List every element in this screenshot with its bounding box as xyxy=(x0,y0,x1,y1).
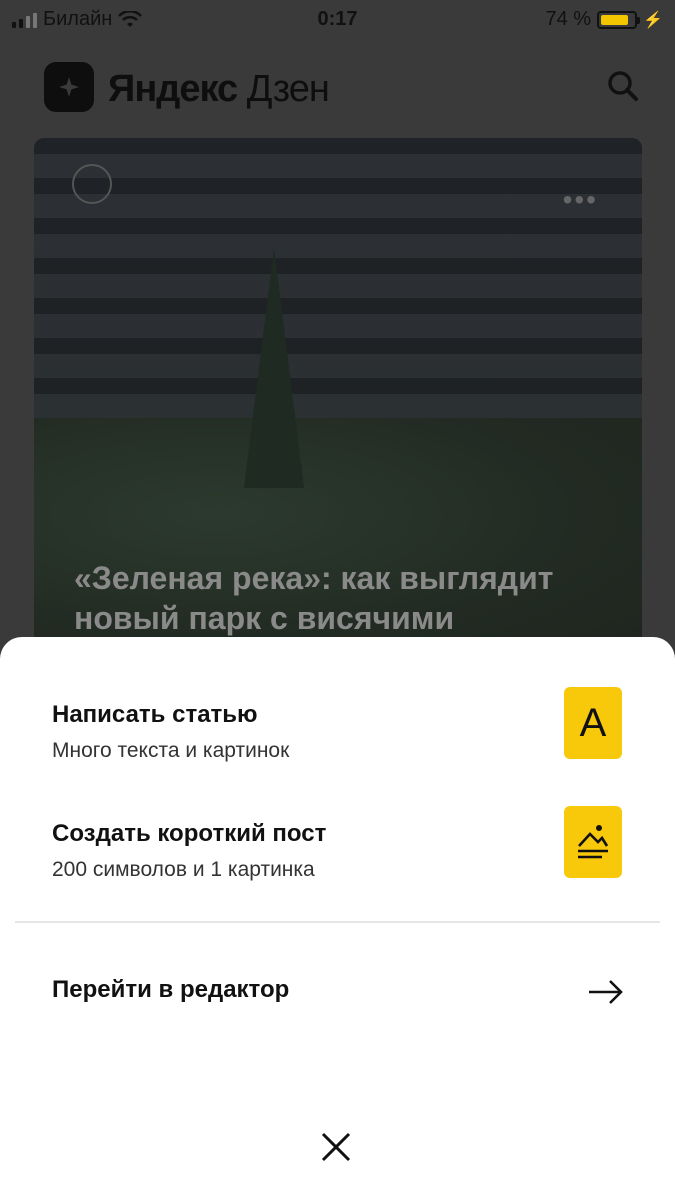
open-editor-label: Перейти в редактор xyxy=(52,976,290,1003)
article-card[interactable]: ••• «Зеленая река»: как выглядит новый п… xyxy=(34,138,642,658)
battery-icon xyxy=(597,10,641,29)
short-post-option[interactable]: Создать короткий пост 200 символов и 1 к… xyxy=(52,806,632,900)
rocket-icon xyxy=(72,164,112,204)
brand-title: Яндекс Дзен xyxy=(108,68,330,110)
option-subtitle: 200 символов и 1 картинка xyxy=(52,858,315,881)
search-icon[interactable] xyxy=(607,70,639,102)
option-title: Создать короткий пост xyxy=(52,820,327,847)
article-badge-icon: A xyxy=(564,687,622,759)
card-title: «Зеленая река»: как выглядит новый парк … xyxy=(74,560,554,636)
post-icon xyxy=(564,806,622,878)
app-header: Яндекс Дзен xyxy=(0,38,675,138)
more-icon[interactable]: ••• xyxy=(563,184,598,216)
option-title: Написать статью xyxy=(52,701,258,728)
card-image xyxy=(34,138,642,438)
status-bar: Билайн 0:17 74 % ⚡ xyxy=(0,0,675,38)
divider xyxy=(15,921,660,923)
arrow-right-icon xyxy=(589,980,623,1004)
open-editor-row[interactable]: Перейти в редактор xyxy=(52,974,624,1014)
close-icon[interactable] xyxy=(318,1129,354,1165)
create-bottom-sheet: Написать статью Много текста и картинок … xyxy=(0,637,675,1200)
charging-icon: ⚡ xyxy=(643,11,663,29)
battery-percent: 74 % xyxy=(545,8,592,30)
option-subtitle: Много текста и картинок xyxy=(52,739,290,762)
write-article-option[interactable]: Написать статью Много текста и картинок … xyxy=(52,687,632,781)
zen-logo-icon xyxy=(44,62,94,112)
